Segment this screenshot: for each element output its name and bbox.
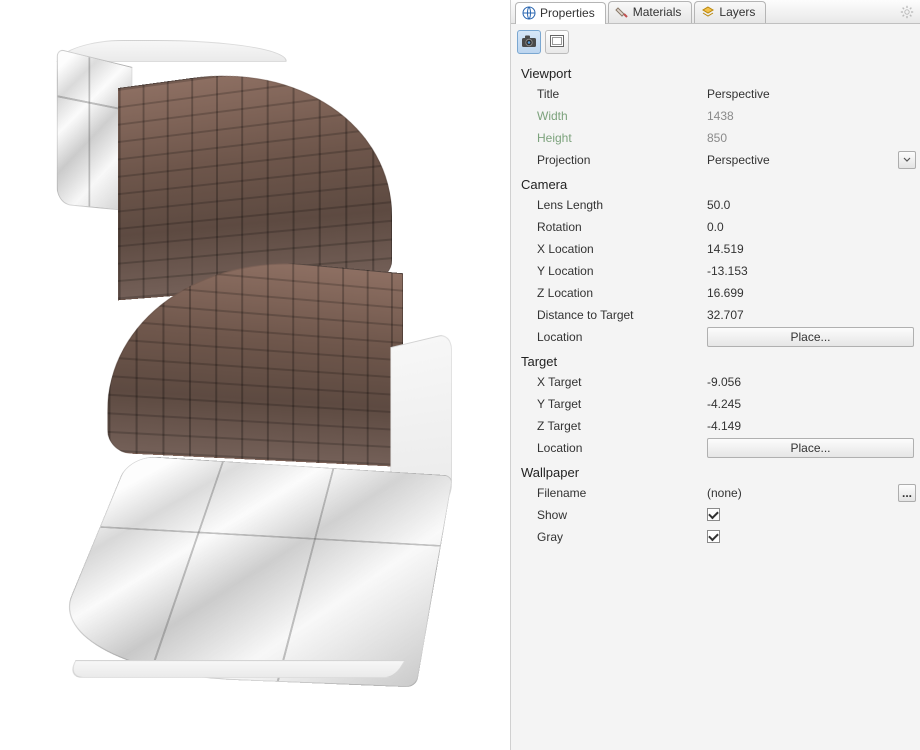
section-wallpaper-title: Wallpaper <box>511 459 920 482</box>
ellipsis-icon: ... <box>902 488 912 498</box>
lens-length-field[interactable]: 50.0 <box>701 198 920 212</box>
viewport-height-readonly: 850 <box>701 131 920 145</box>
prop-label: X Location <box>511 242 701 256</box>
row-viewport-width: Width 1438 <box>511 105 920 127</box>
target-place-button[interactable]: Place... <box>707 438 914 458</box>
row-lens-length: Lens Length 50.0 <box>511 194 920 216</box>
tab-label: Layers <box>719 5 755 19</box>
properties-panel: Properties Materials Layers <box>510 0 920 750</box>
gray-checkbox[interactable] <box>707 530 720 543</box>
wallpaper-filename-field[interactable]: (none) ... <box>701 484 920 502</box>
projection-dropdown[interactable]: Perspective <box>701 151 920 169</box>
prop-label: Location <box>511 441 701 455</box>
viewport-width-readonly: 1438 <box>701 109 920 123</box>
show-checkbox[interactable] <box>707 508 720 521</box>
wallpaper-filename-value: (none) <box>707 486 742 500</box>
prop-label: Projection <box>511 153 701 167</box>
row-cam-location: Location Place... <box>511 326 920 348</box>
row-target-x: X Target -9.056 <box>511 371 920 393</box>
gear-icon[interactable] <box>898 3 916 21</box>
cam-y-field[interactable]: -13.153 <box>701 264 920 278</box>
row-viewport-height: Height 850 <box>511 127 920 149</box>
prop-label: Y Target <box>511 397 701 411</box>
panel-toolbar <box>511 24 920 60</box>
row-wallpaper-gray: Gray <box>511 526 920 548</box>
projection-value: Perspective <box>707 153 770 167</box>
row-cam-x: X Location 14.519 <box>511 238 920 260</box>
prop-label: Width <box>511 109 701 123</box>
layers-icon <box>701 5 715 19</box>
section-viewport-title: Viewport <box>511 60 920 83</box>
prop-label: Rotation <box>511 220 701 234</box>
prop-label: Show <box>511 508 701 522</box>
prop-label: Location <box>511 330 701 344</box>
row-wallpaper-show: Show <box>511 504 920 526</box>
row-target-location: Location Place... <box>511 437 920 459</box>
tab-label: Materials <box>633 5 682 19</box>
prop-label: Y Location <box>511 264 701 278</box>
section-camera-title: Camera <box>511 171 920 194</box>
globe-icon <box>522 6 536 20</box>
prop-label: Filename <box>511 486 701 500</box>
row-target-z: Z Target -4.149 <box>511 415 920 437</box>
row-target-y: Y Target -4.245 <box>511 393 920 415</box>
row-viewport-projection: Projection Perspective <box>511 149 920 171</box>
panel-tabs: Properties Materials Layers <box>511 0 920 24</box>
prop-label: Distance to Target <box>511 308 701 322</box>
target-z-field[interactable]: -4.149 <box>701 419 920 433</box>
camera-mode-button[interactable] <box>517 30 541 54</box>
rotation-field[interactable]: 0.0 <box>701 220 920 234</box>
prop-label: Z Location <box>511 286 701 300</box>
camera-place-button[interactable]: Place... <box>707 327 914 347</box>
prop-label: X Target <box>511 375 701 389</box>
cam-z-field[interactable]: 16.699 <box>701 286 920 300</box>
prop-label: Title <box>511 87 701 101</box>
tab-properties[interactable]: Properties <box>515 2 606 24</box>
cam-dist-field[interactable]: 32.707 <box>701 308 920 322</box>
row-cam-dist: Distance to Target 32.707 <box>511 304 920 326</box>
curved-wall-model <box>50 40 470 690</box>
row-cam-y: Y Location -13.153 <box>511 260 920 282</box>
paint-tube-icon <box>615 5 629 19</box>
target-y-field[interactable]: -4.245 <box>701 397 920 411</box>
camera-icon <box>521 34 537 51</box>
prop-label: Lens Length <box>511 198 701 212</box>
frame-mode-button[interactable] <box>545 30 569 54</box>
viewport-3d[interactable] <box>0 0 510 750</box>
tab-layers[interactable]: Layers <box>694 1 766 23</box>
tab-materials[interactable]: Materials <box>608 1 693 23</box>
prop-label: Gray <box>511 530 701 544</box>
tab-label: Properties <box>540 6 595 20</box>
viewport-title-field[interactable]: Perspective <box>701 87 920 101</box>
browse-button[interactable]: ... <box>898 484 916 502</box>
row-rotation: Rotation 0.0 <box>511 216 920 238</box>
row-viewport-title: Title Perspective <box>511 83 920 105</box>
frame-icon <box>549 34 565 51</box>
target-x-field[interactable]: -9.056 <box>701 375 920 389</box>
prop-label: Z Target <box>511 419 701 433</box>
section-target-title: Target <box>511 348 920 371</box>
chevron-down-icon[interactable] <box>898 151 916 169</box>
cam-x-field[interactable]: 14.519 <box>701 242 920 256</box>
row-wallpaper-file: Filename (none) ... <box>511 482 920 504</box>
row-cam-z: Z Location 16.699 <box>511 282 920 304</box>
prop-label: Height <box>511 131 701 145</box>
